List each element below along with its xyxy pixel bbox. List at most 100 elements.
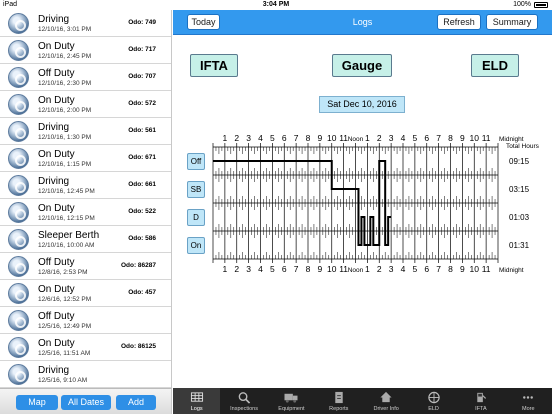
hour-label-top: 4	[401, 133, 406, 143]
log-list-item[interactable]: On Duty 12/10/16, 2:00 PM Odo: 572	[0, 91, 171, 118]
log-odometer: Odo: 661	[128, 181, 156, 188]
status-globe-icon	[8, 310, 29, 331]
log-datetime: 12/10/16, 12:15 PM	[38, 215, 95, 222]
log-list-item[interactable]: Off Duty 12/8/16, 2:53 PM Odo: 86287	[0, 253, 171, 280]
hour-label-bottom: 6	[282, 264, 287, 274]
clipboard-icon	[335, 391, 343, 404]
status-globe-icon	[8, 148, 29, 169]
log-odometer: Odo: 561	[128, 127, 156, 134]
hour-label-bottom: 7	[294, 264, 299, 274]
hour-label-bottom: 3	[246, 264, 251, 274]
tab-more[interactable]: More	[505, 388, 552, 414]
log-status: On Duty	[38, 338, 75, 349]
log-odometer: Odo: 707	[128, 73, 156, 80]
log-datetime: 12/5/16, 12:49 PM	[38, 323, 92, 330]
log-list-item[interactable]: Sleeper Berth 12/10/16, 10:00 AM Odo: 586	[0, 226, 171, 253]
log-datetime: 12/10/16, 12:45 PM	[38, 188, 95, 195]
hour-label-bottom: 4	[258, 264, 263, 274]
log-list-item[interactable]: Driving 12/10/16, 1:30 PM Odo: 561	[0, 118, 171, 145]
hour-label-top: 10	[327, 133, 337, 143]
tab-label: ELD	[428, 406, 439, 412]
hour-label-top: 6	[424, 133, 429, 143]
log-odometer: Odo: 86287	[120, 262, 156, 269]
log-status: On Duty	[38, 203, 75, 214]
tab-inspections[interactable]: Inspections	[220, 388, 267, 414]
left-toolbar: Map All Dates Add	[0, 388, 172, 414]
log-list-item[interactable]: On Duty 12/6/16, 12:52 PM Odo: 457	[0, 280, 171, 307]
status-globe-icon	[8, 94, 29, 115]
status-globe-icon	[8, 256, 29, 277]
tab-reports[interactable]: Reports	[315, 388, 362, 414]
tab-label: Equipment	[278, 406, 305, 412]
refresh-button[interactable]: Refresh	[437, 14, 481, 30]
duty-button-on[interactable]: On	[187, 237, 205, 254]
log-datetime: 12/5/16, 11:51 AM	[38, 350, 91, 357]
log-odometer: Odo: 522	[128, 208, 156, 215]
hour-label-bottom: 7	[436, 264, 441, 274]
log-odometer: Odo: 671	[128, 154, 156, 161]
hour-label-top: 8	[306, 133, 311, 143]
map-button[interactable]: Map	[16, 395, 58, 410]
log-status: On Duty	[38, 41, 75, 52]
log-list-item[interactable]: On Duty 12/10/16, 1:15 PM Odo: 671	[0, 145, 171, 172]
tab-ifta[interactable]: IFTA	[457, 388, 504, 414]
log-list-item[interactable]: On Duty 12/10/16, 2:45 PM Odo: 717	[0, 37, 171, 64]
tab-logs[interactable]: Logs	[173, 388, 221, 414]
fuel-pump-icon	[477, 392, 487, 403]
status-globe-icon	[8, 175, 29, 196]
log-list-item[interactable]: Off Duty 12/5/16, 12:49 PM	[0, 307, 171, 334]
duty-button-off[interactable]: Off	[187, 153, 205, 170]
log-status: Off Duty	[38, 311, 75, 322]
status-globe-icon	[8, 202, 29, 223]
log-list-item[interactable]: On Duty 12/5/16, 11:51 AM Odo: 86125	[0, 334, 171, 361]
log-list-item[interactable]: Off Duty 12/10/16, 2:30 PM Odo: 707	[0, 64, 171, 91]
log-status: Driving	[38, 122, 70, 133]
log-datetime: 12/5/16, 9:10 AM	[38, 377, 88, 384]
hour-label-top: 11	[482, 133, 491, 143]
hour-label-bottom: 9	[460, 264, 465, 274]
hour-label-top: 7	[436, 133, 441, 143]
hour-label-top: 6	[282, 133, 287, 143]
duty-button-sb[interactable]: SB	[187, 181, 205, 198]
status-globe-icon	[8, 283, 29, 304]
row-total: 03:15	[509, 185, 530, 194]
log-odometer: Odo: 86125	[120, 343, 156, 350]
log-list[interactable]: Driving 12/10/16, 3:01 PM Odo: 749 On Duty 1…	[0, 10, 172, 388]
status-globe-icon	[8, 40, 29, 61]
tab-eld[interactable]: ELD	[410, 388, 457, 414]
all-dates-button[interactable]: All Dates	[61, 395, 111, 410]
duty-button-d[interactable]: D	[187, 209, 205, 226]
tab-equipment[interactable]: Equipment	[268, 388, 315, 414]
status-globe-icon	[8, 364, 29, 385]
status-globe-icon	[8, 337, 29, 358]
row-total: 09:15	[509, 157, 530, 166]
tab-label: More	[522, 406, 535, 412]
log-list-item[interactable]: Driving 12/10/16, 3:01 PM Odo: 749	[0, 10, 171, 37]
hour-label-top: 4	[258, 133, 263, 143]
log-list-item[interactable]: On Duty 12/10/16, 12:15 PM Odo: 522	[0, 199, 171, 226]
hour-label-top: 7	[294, 133, 299, 143]
summary-button[interactable]: Summary	[486, 14, 538, 30]
tab-driver-info[interactable]: Driver Info	[363, 388, 410, 414]
hour-label-bottom: 10	[327, 264, 337, 274]
log-datetime: 12/6/16, 12:52 PM	[38, 296, 92, 303]
status-globe-icon	[8, 67, 29, 88]
hour-label-top: 2	[234, 133, 239, 143]
log-odometer: Odo: 457	[128, 289, 156, 296]
log-status: Driving	[38, 176, 70, 187]
hour-label-bottom: 4	[401, 264, 406, 274]
tab-label: Driver Info	[373, 406, 399, 412]
hour-label-top: 8	[448, 133, 453, 143]
add-button[interactable]: Add	[116, 395, 156, 410]
hour-label-top: 2	[377, 133, 382, 143]
log-status: Driving	[38, 365, 70, 376]
hour-label-top: Noon	[348, 136, 364, 143]
clock: 3:04 PM	[262, 1, 290, 8]
tab-label: IFTA	[475, 406, 487, 412]
log-list-item[interactable]: Driving 12/10/16, 12:45 PM Odo: 661	[0, 172, 171, 199]
nav-bar: Today Logs Refresh Summary	[173, 10, 552, 35]
log-status: On Duty	[38, 95, 75, 106]
hour-label-top: 9	[460, 133, 465, 143]
hour-label-bottom: 2	[234, 264, 239, 274]
log-list-item[interactable]: Driving 12/5/16, 9:10 AM	[0, 361, 171, 388]
